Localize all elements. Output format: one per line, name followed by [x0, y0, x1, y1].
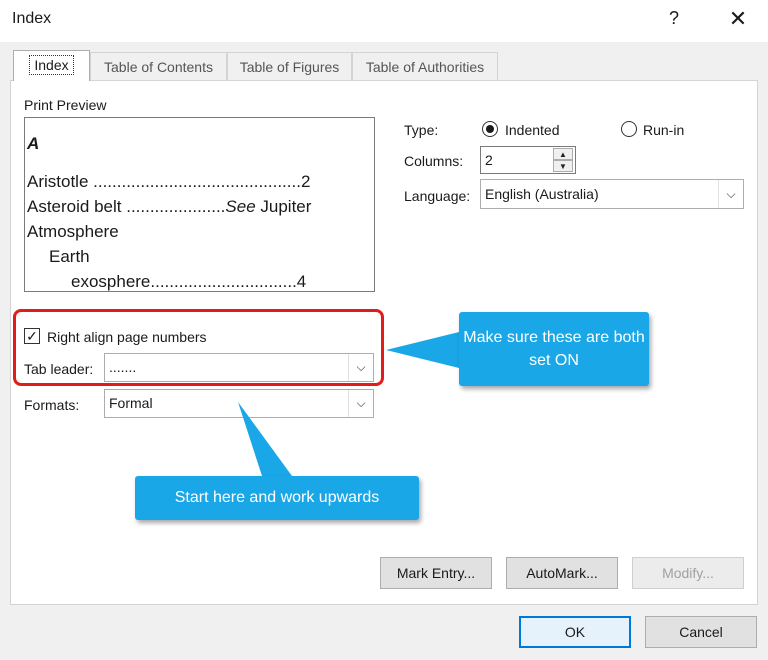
tab-index[interactable]: Index — [13, 50, 90, 81]
callout-pointers — [238, 332, 459, 476]
callout-right-pointer — [386, 332, 459, 368]
callout-right: Make sure these are both set ON — [459, 312, 649, 386]
callout-bottom-pointer — [238, 402, 292, 476]
callout-bottom: Start here and work upwards — [135, 476, 419, 520]
